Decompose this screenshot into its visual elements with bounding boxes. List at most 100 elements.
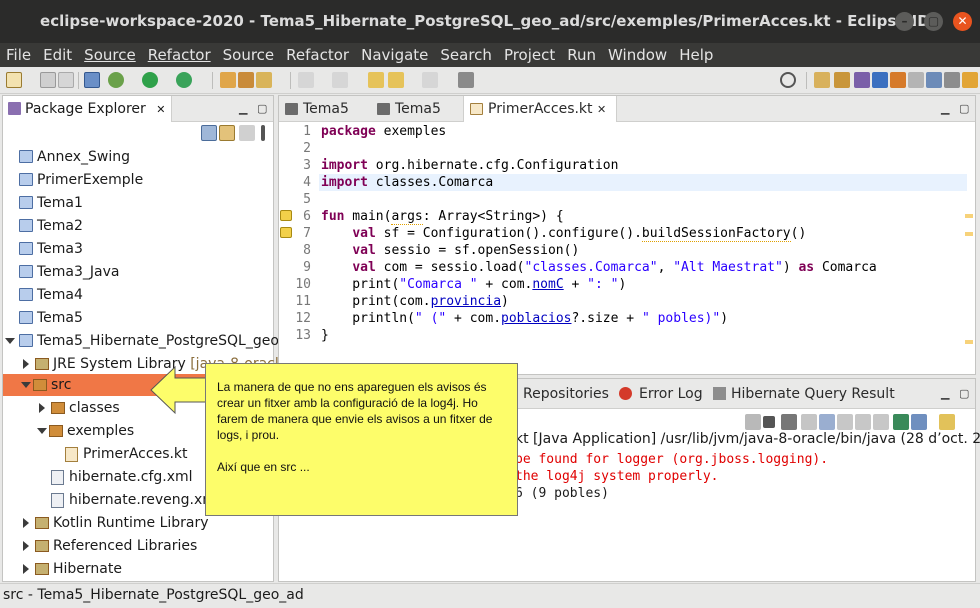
collapse-all-icon[interactable] (201, 125, 217, 141)
tree-item-tema3-java[interactable]: Tema3_Java (19, 262, 119, 282)
tree-item-hibernate-reveng[interactable]: hibernate.reveng.xml (51, 490, 220, 510)
pin-console-icon[interactable] (893, 414, 909, 430)
tree-item-tema3[interactable]: Tema3 (19, 239, 83, 259)
tree-item-tema4[interactable]: Tema4 (19, 285, 83, 305)
tree-item-tema5-hibernate[interactable]: Tema5_Hibernate_PostgreSQL_geo_ad (5, 331, 303, 351)
tree-item-tema2[interactable]: Tema2 (19, 216, 83, 236)
clear-console-icon[interactable] (801, 414, 817, 430)
tree-item-hibernate-cfg[interactable]: hibernate.cfg.xml (51, 467, 193, 487)
link-editor-icon[interactable] (219, 125, 235, 141)
close-icon[interactable]: ✕ (597, 103, 606, 116)
forward-icon[interactable] (422, 72, 438, 88)
pin-icon[interactable] (458, 72, 474, 88)
minimize-view-icon[interactable]: ▁ (239, 102, 247, 115)
resource-perspective-icon[interactable] (962, 72, 978, 88)
java-ee-perspective-icon[interactable] (834, 72, 850, 88)
open-task-icon[interactable] (238, 72, 254, 88)
close-icon[interactable]: ✕ (156, 103, 165, 116)
tab-repositories[interactable]: Repositories (523, 379, 609, 409)
editor-icon (285, 103, 298, 115)
menu-navigate[interactable]: Navigate (361, 46, 434, 64)
menu-file[interactable]: File (6, 46, 37, 64)
view-menu-icon[interactable] (261, 125, 265, 141)
overview-ruler-marker[interactable] (965, 340, 973, 344)
menu-edit[interactable]: Edit (43, 46, 78, 64)
back-icon[interactable] (388, 72, 404, 88)
maximize-view-icon[interactable]: ▢ (959, 102, 969, 115)
package-explorer-header: Package Explorer ✕ ▁ ▢ (3, 96, 273, 122)
overview-ruler-marker[interactable] (965, 214, 973, 218)
tree-item-referenced-libraries[interactable]: Referenced Libraries (23, 536, 197, 556)
maximize-view-icon[interactable]: ▢ (959, 387, 969, 400)
hibernate-perspective-icon[interactable] (944, 72, 960, 88)
menu-refactor[interactable]: Refactor (148, 46, 217, 64)
minimize-view-icon[interactable]: ▁ (941, 102, 949, 115)
minimize-button[interactable]: – (895, 12, 914, 31)
git-perspective-icon[interactable] (890, 72, 906, 88)
last-edit-icon[interactable] (368, 72, 384, 88)
tree-item-tema5[interactable]: Tema5 (19, 308, 83, 328)
tree-item-tema1[interactable]: Tema1 (19, 193, 83, 213)
save-all-icon[interactable] (58, 72, 74, 88)
maximize-view-icon[interactable]: ▢ (257, 102, 267, 115)
code-line: print(com.provincia) (321, 294, 509, 309)
tree-item-classes[interactable]: classes (39, 398, 120, 418)
remove-launch-icon[interactable] (763, 416, 775, 428)
tab-hibernate-query-result[interactable]: Hibernate Query Result (731, 379, 895, 409)
kotlin-perspective-icon[interactable] (872, 72, 888, 88)
tree-item-primerexemple[interactable]: PrimerExemple (19, 170, 143, 190)
search-tool-icon[interactable] (256, 72, 272, 88)
open-perspective-icon[interactable] (814, 72, 830, 88)
open-console-icon[interactable] (939, 414, 955, 430)
menu-refactor-2[interactable]: Refactor (286, 46, 355, 64)
open-type-icon[interactable] (220, 72, 236, 88)
filter-icon[interactable] (239, 125, 255, 141)
tab-tema5-2[interactable]: Tema5 (371, 96, 463, 122)
maximize-button[interactable]: ▢ (924, 12, 943, 31)
terminate-icon[interactable] (745, 414, 761, 430)
menu-window[interactable]: Window (608, 46, 673, 64)
overview-ruler-marker[interactable] (965, 232, 973, 236)
kotlin-file-icon (470, 103, 483, 115)
tab-tema5-1[interactable]: Tema5 (279, 96, 371, 122)
tree-item-exemples[interactable]: exemples (37, 421, 134, 441)
show-stderr-icon[interactable] (873, 414, 889, 430)
menu-source-2[interactable]: Source (223, 46, 281, 64)
menu-project[interactable]: Project (504, 46, 561, 64)
code-line: print("Comarca " + com.nomC + ": ") (321, 277, 627, 292)
terminal-icon[interactable] (84, 72, 100, 88)
save-icon[interactable] (40, 72, 56, 88)
prev-annotation-icon[interactable] (332, 72, 348, 88)
menu-source[interactable]: Source (84, 46, 142, 64)
run-external-icon[interactable] (176, 72, 192, 88)
tree-item-kotlin-runtime[interactable]: Kotlin Runtime Library (23, 513, 209, 533)
run-icon[interactable] (142, 72, 158, 88)
new-icon[interactable] (6, 72, 22, 88)
remove-all-icon[interactable] (781, 414, 797, 430)
menu-help[interactable]: Help (679, 46, 719, 64)
minimize-view-icon[interactable]: ▁ (941, 387, 949, 400)
code-editor[interactable]: package exemples import org.hibernate.cf… (319, 122, 967, 374)
window-controls: – ▢ ✕ (895, 12, 972, 31)
tree-item-annex-swing[interactable]: Annex_Swing (19, 147, 130, 167)
java-perspective-icon[interactable] (854, 72, 870, 88)
show-stdout-icon[interactable] (855, 414, 871, 430)
search-icon[interactable] (780, 72, 796, 88)
next-annotation-icon[interactable] (298, 72, 314, 88)
menu-search[interactable]: Search (440, 46, 498, 64)
tab-error-log[interactable]: Error Log (639, 379, 703, 409)
display-console-icon[interactable] (911, 414, 927, 430)
scroll-lock-icon[interactable] (819, 414, 835, 430)
tree-item-primeracces-kt[interactable]: PrimerAcces.kt (65, 444, 188, 464)
tab-package-explorer[interactable]: Package Explorer ✕ (3, 96, 173, 122)
word-wrap-icon[interactable] (837, 414, 853, 430)
sql-perspective-icon[interactable] (908, 72, 924, 88)
debug-icon[interactable] (108, 72, 124, 88)
tree-item-src[interactable]: src (21, 375, 71, 395)
tab-primeracces-kt[interactable]: PrimerAcces.kt ✕ (463, 96, 617, 122)
tree-item-hibernate[interactable]: Hibernate (23, 559, 122, 579)
menu-run[interactable]: Run (567, 46, 602, 64)
debug-perspective-icon[interactable] (926, 72, 942, 88)
code-line: fun main(args: Array<String>) { (321, 209, 564, 225)
close-window-button[interactable]: ✕ (953, 12, 972, 31)
